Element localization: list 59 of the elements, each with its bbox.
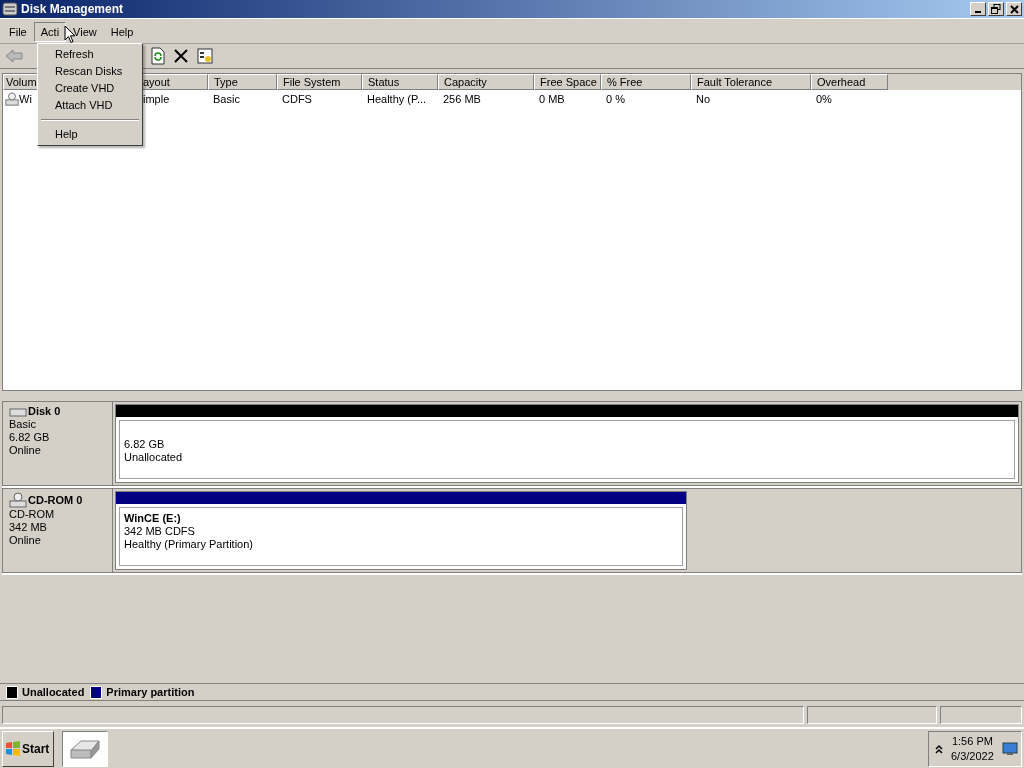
close-icon	[1009, 4, 1019, 14]
column-header[interactable]: % Free	[601, 74, 691, 90]
table-cell: 0 %	[606, 93, 625, 105]
refresh-icon[interactable]	[151, 47, 165, 65]
disk-type: CD-ROM	[9, 508, 56, 521]
table-cell: 0%	[816, 93, 832, 105]
disk-info-panel[interactable]: Disk 0 Basic 6.82 GB Online	[2, 401, 113, 486]
menu-item[interactable]: File	[2, 22, 34, 42]
window-title: Disk Management	[21, 2, 124, 16]
show-hidden-icons-icon[interactable]	[935, 743, 943, 754]
minimize-button[interactable]	[970, 2, 986, 16]
partition-detail: 6.82 GB	[124, 438, 166, 451]
properties-icon[interactable]	[197, 48, 213, 64]
disk-name: Disk 0	[28, 405, 61, 418]
partition-block[interactable]: WinCE (E:) 342 MB CDFS Healthy (Primary Partition)	[115, 491, 687, 570]
delete-icon[interactable]	[174, 49, 188, 63]
taskbar-app-button[interactable]	[62, 730, 108, 767]
clock-date: 6/3/2022	[951, 748, 994, 764]
column-header[interactable]: Capacity	[438, 74, 534, 90]
disk-name: CD-ROM 0	[28, 493, 83, 507]
column-header[interactable]: Status	[362, 74, 438, 90]
legend-label: Unallocated	[22, 686, 85, 698]
partition-detail: Healthy (Primary Partition)	[124, 538, 254, 551]
disk-size: 342 MB	[9, 521, 48, 534]
disk-status: Online	[9, 534, 42, 547]
disk-size: 6.82 GB	[9, 431, 51, 444]
volume-name: WinCE (E:)	[124, 512, 182, 525]
table-cell: CDFS	[282, 93, 312, 105]
windows-logo-icon	[5, 740, 21, 757]
disk-type: Basic	[9, 418, 37, 431]
start-button[interactable]: Start	[2, 730, 54, 767]
column-header[interactable]: File System	[277, 74, 362, 90]
menu-item[interactable]: Help	[103, 22, 141, 42]
column-header[interactable]: Free Space	[534, 74, 601, 90]
table-cell: 0 MB	[539, 93, 565, 105]
menu-option[interactable]: Help	[38, 126, 142, 143]
column-header[interactable]: Overhead	[811, 74, 888, 90]
partition-detail: Unallocated	[124, 451, 184, 464]
disk-info-panel[interactable]: CD-ROM 0 CD-ROM 342 MB Online	[2, 488, 113, 573]
legend-label: Primary partition	[106, 686, 195, 698]
table-cell: Wi	[19, 93, 32, 105]
table-cell: 256 MB	[443, 93, 481, 105]
menu-option[interactable]: Attach VHD	[38, 97, 142, 114]
disk-status: Online	[9, 444, 42, 457]
menu-option[interactable]: Refresh	[38, 46, 142, 63]
table-cell: imple	[143, 93, 170, 105]
hard-disk-icon	[69, 737, 101, 760]
table-cell: Healthy (P...	[367, 93, 427, 105]
column-header[interactable]: Fault Tolerance	[691, 74, 811, 90]
close-button[interactable]	[1006, 2, 1022, 16]
clock-time: 1:56 PM	[951, 733, 993, 749]
partition-detail: 342 MB CDFS	[124, 525, 196, 538]
restore-icon	[991, 4, 1001, 14]
column-header[interactable]: Type	[208, 74, 277, 90]
restore-button[interactable]	[988, 2, 1004, 16]
monitor-icon[interactable]	[1001, 741, 1018, 756]
table-cell: Basic	[213, 93, 240, 105]
partition-block[interactable]: 6.82 GB Unallocated	[115, 404, 1019, 483]
table-cell: No	[696, 93, 711, 105]
